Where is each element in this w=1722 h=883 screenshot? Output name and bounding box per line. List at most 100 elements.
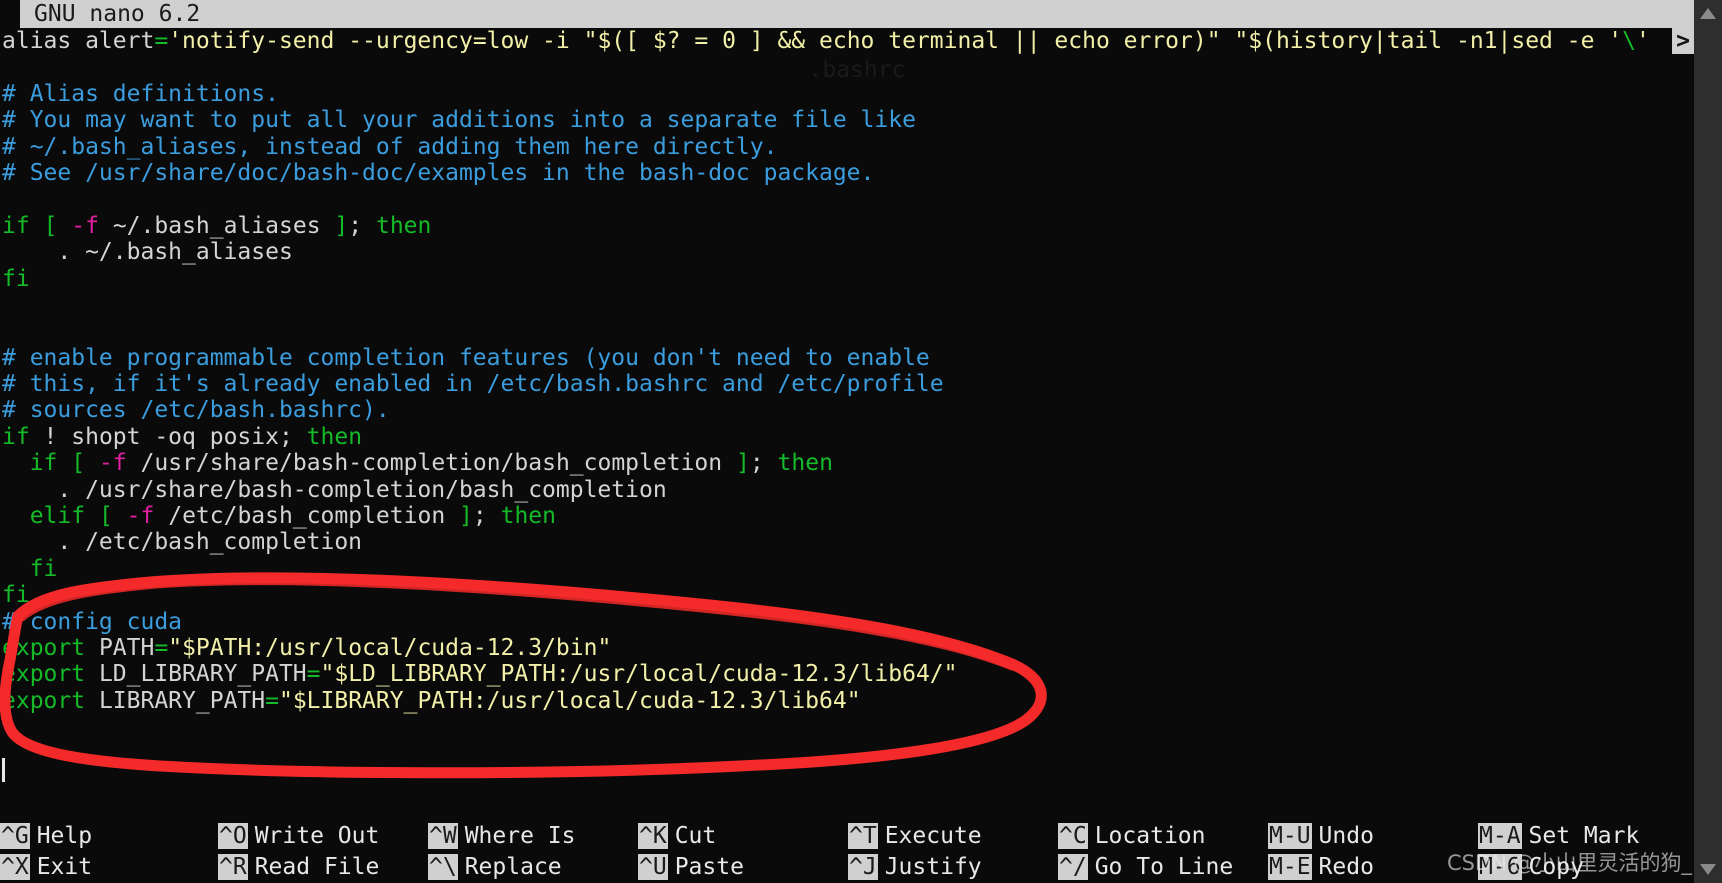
- titlebar: GNU nano 6.2 .bashrc: [20, 0, 1694, 83]
- help-key: ^X: [0, 854, 30, 880]
- help-item-undo[interactable]: M-U Undo: [1268, 821, 1374, 852]
- line-blank-3[interactable]: [0, 292, 1694, 318]
- code-token: if: [2, 423, 30, 450]
- line-export-ld-library-path[interactable]: export LD_LIBRARY_PATH="$LD_LIBRARY_PATH…: [0, 661, 1694, 687]
- help-item-read-file[interactable]: ^R Read File: [218, 852, 379, 883]
- line-comment-bash-aliases[interactable]: # ~/.bash_aliases, instead of adding the…: [0, 134, 1694, 160]
- line-comment-config-cuda[interactable]: # config cuda: [0, 609, 1694, 635]
- line-comment-see-usr-share[interactable]: # See /usr/share/doc/bash-doc/examples i…: [0, 160, 1694, 186]
- vertical-scrollbar[interactable]: [1694, 0, 1722, 883]
- titlebar-app-name: GNU nano 6.2: [34, 1, 201, 27]
- code-token: export: [2, 661, 86, 688]
- code-token: "$PATH:/usr/local/cuda-12.3/bin": [168, 634, 612, 661]
- code-token: export: [2, 687, 86, 714]
- help-item-redo[interactable]: M-E Redo: [1268, 852, 1374, 883]
- code-token: fi: [29, 555, 58, 582]
- help-item-justify[interactable]: ^J Justify: [848, 852, 982, 883]
- code-token: . /etc/bash_completion: [2, 529, 363, 556]
- line-comment-you-may[interactable]: # You may want to put all your additions…: [0, 107, 1694, 133]
- line-export-library-path[interactable]: export LIBRARY_PATH="$LIBRARY_PATH:/usr/…: [0, 688, 1694, 714]
- code-token: =: [265, 687, 279, 714]
- line-fi-3[interactable]: fi: [0, 582, 1694, 608]
- line-source-etc-bash-completion[interactable]: . /etc/bash_completion: [0, 529, 1694, 555]
- scroll-down-arrow-icon[interactable]: [1700, 864, 1716, 875]
- code-token: # Alias definitions.: [2, 80, 279, 107]
- line-comment-sources[interactable]: # sources /etc/bash.bashrc).: [0, 397, 1694, 423]
- code-token: then: [777, 450, 833, 477]
- help-key: ^K: [638, 823, 668, 849]
- help-item-write-out[interactable]: ^O Write Out: [218, 821, 379, 852]
- code-token: 'notify-send --urgency=low -i "$([ $? = …: [168, 28, 1623, 54]
- help-item-execute[interactable]: ^T Execute: [848, 821, 982, 852]
- code-token: [: [98, 503, 113, 530]
- help-label: Replace: [464, 854, 562, 880]
- line-comment-enable-prog[interactable]: # enable programmable completion feature…: [0, 345, 1694, 371]
- help-item-copy[interactable]: M-6 Copy: [1478, 852, 1584, 883]
- help-item-paste[interactable]: ^U Paste: [638, 852, 744, 883]
- help-item-replace[interactable]: ^\ Replace: [428, 852, 562, 883]
- line-cursor-line[interactable]: [0, 714, 1694, 740]
- help-item-help[interactable]: ^G Help: [0, 821, 92, 852]
- line-elif-etc-bash-completion[interactable]: elif [ -f /etc/bash_completion ]; then: [0, 503, 1694, 529]
- code-token: # sources /etc/bash.bashrc).: [2, 397, 390, 424]
- help-item-cut[interactable]: ^K Cut: [638, 821, 716, 852]
- line-blank-4[interactable]: [0, 318, 1694, 344]
- help-key: ^/: [1058, 854, 1088, 880]
- code-token: # You may want to put all your additions…: [2, 107, 916, 134]
- line-wrap-marker: >: [1672, 28, 1694, 55]
- code-token: # config cuda: [2, 608, 183, 635]
- code-token: fi: [2, 265, 30, 292]
- line-comment-alias-defs[interactable]: # Alias definitions.: [0, 81, 1694, 107]
- help-item-exit[interactable]: ^X Exit: [0, 852, 92, 883]
- code-token: LD_LIBRARY_PATH: [85, 661, 307, 688]
- scroll-up-arrow-icon[interactable]: [1700, 8, 1716, 19]
- text-cursor: [2, 758, 5, 782]
- help-key: M-E: [1268, 854, 1312, 880]
- line-source-bash-completion[interactable]: . /usr/share/bash-completion/bash_comple…: [0, 477, 1694, 503]
- code-token: # See /usr/share/doc/bash-doc/examples i…: [2, 159, 875, 186]
- help-label: Paste: [674, 854, 744, 880]
- code-token: then: [500, 503, 556, 530]
- code-token: LIBRARY_PATH: [85, 687, 266, 714]
- help-row-top: ^G Help ^O Write Out ^W Where Is ^K Cut ^T Execut…: [0, 821, 1694, 852]
- code-token: # enable programmable completion feature…: [2, 344, 930, 371]
- line-source-bash-aliases[interactable]: . ~/.bash_aliases: [0, 239, 1694, 265]
- line-export-path[interactable]: export PATH="$PATH:/usr/local/cuda-12.3/…: [0, 635, 1694, 661]
- line-if-bash-completion[interactable]: if [ -f /usr/share/bash-completion/bash_…: [0, 450, 1694, 476]
- help-key: ^\: [428, 854, 458, 880]
- code-token: -f: [98, 450, 127, 477]
- line-if-bash-aliases[interactable]: if [ -f ~/.bash_aliases ]; then: [0, 213, 1694, 239]
- help-item-go-to-line[interactable]: ^/Go To Line: [1058, 852, 1233, 883]
- line-alias-alert[interactable]: alias alert='notify-send --urgency=low -…: [0, 28, 1694, 54]
- help-label: Set Mark: [1528, 823, 1640, 849]
- help-label: Copy: [1528, 854, 1584, 880]
- help-key: ^W: [428, 823, 458, 849]
- help-item-set-mark[interactable]: M-A Set Mark: [1478, 821, 1639, 852]
- help-item-location[interactable]: ^C Location: [1058, 821, 1205, 852]
- code-token: export: [2, 634, 86, 661]
- code-token: ;: [348, 212, 363, 239]
- line-fi-1[interactable]: fi: [0, 266, 1694, 292]
- code-token: ! shopt -oq posix: [29, 423, 279, 450]
- line-if-shopt-posix[interactable]: if ! shopt -oq posix; then: [0, 424, 1694, 450]
- code-token: # this, if it's already enabled in /etc/…: [2, 371, 944, 398]
- help-item-where-is[interactable]: ^W Where Is: [428, 821, 575, 852]
- help-key: ^R: [218, 854, 248, 880]
- line-comment-this-if[interactable]: # this, if it's already enabled in /etc/…: [0, 371, 1694, 397]
- line-fi-2[interactable]: fi: [0, 556, 1694, 582]
- code-token: =: [154, 28, 169, 54]
- code-token: ;: [278, 423, 293, 450]
- line-blank-2[interactable]: [0, 186, 1694, 212]
- help-key: M-U: [1268, 823, 1312, 849]
- line-blank-1[interactable]: [0, 54, 1694, 80]
- help-key: M-6: [1478, 854, 1522, 880]
- editor-text-buffer[interactable]: alias alert='notify-send --urgency=low -…: [0, 28, 1694, 741]
- help-label: Help: [36, 823, 93, 849]
